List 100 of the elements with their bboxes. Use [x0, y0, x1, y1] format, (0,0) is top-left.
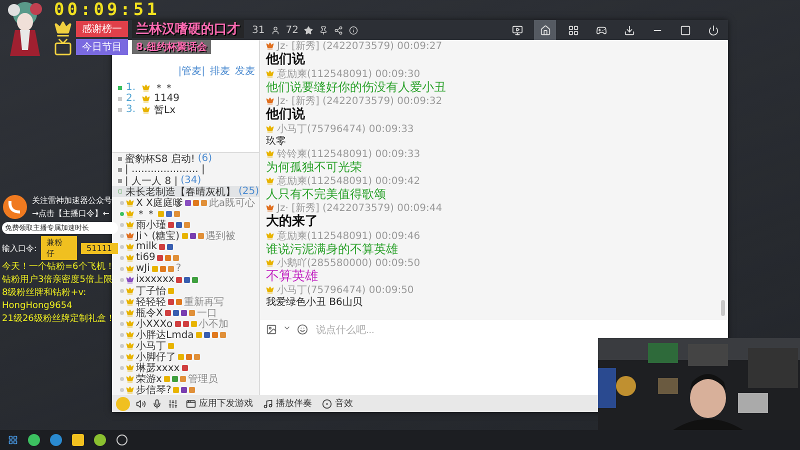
music-icon	[263, 398, 273, 408]
queue-tab[interactable]: |管麦|	[178, 64, 205, 78]
user-name[interactable]: 瓶令X	[136, 306, 163, 320]
message-meta: Jz· [新秀] (2422073579) 00:09:27	[277, 40, 442, 52]
user-signature: 遇到被	[206, 230, 236, 242]
sliders-icon[interactable]	[168, 398, 178, 408]
message-meta: Jz· [新秀] (2422073579) 00:09:44	[277, 202, 442, 214]
caret-icon[interactable]	[283, 324, 291, 332]
channel-item[interactable]: | 人一人 8 | (34)	[112, 175, 259, 186]
info-icon[interactable]	[349, 26, 358, 34]
channel-name: 未长老制造【春晴灰机】	[125, 186, 236, 198]
queue-name: 暂Lx	[154, 104, 176, 116]
channel-name: | 人一人 8 |	[125, 174, 178, 186]
user-name[interactable]: 琳瑟xxxx	[136, 360, 180, 374]
user-name[interactable]: 小马丁	[136, 338, 166, 352]
app-icon[interactable]	[116, 434, 128, 446]
brand-logo-icon	[2, 194, 28, 220]
user-name[interactable]: ixxxxxx	[136, 274, 174, 285]
user-name[interactable]: 小胖达Lmda	[136, 328, 194, 342]
message-text: 他们说	[266, 52, 306, 68]
message-text: 大的来了	[266, 214, 319, 230]
user-name[interactable]: milk	[136, 241, 158, 252]
bullet-icon	[118, 178, 122, 182]
user-name[interactable]: 轻轻轻	[136, 294, 166, 308]
pin-icon[interactable]	[319, 26, 328, 34]
overlay-label: 感谢榜一	[76, 21, 128, 37]
message-meta: 意励柬(112548091) 00:09:42	[277, 174, 420, 188]
user-name[interactable]: 荣游x	[136, 372, 162, 386]
bullet-icon	[118, 168, 122, 172]
tv-icon	[54, 38, 72, 56]
maximize-icon	[680, 24, 690, 36]
toolbar-button[interactable]: 播放伴奏	[261, 396, 314, 411]
user-name[interactable]: X X庭庭嗲	[136, 196, 183, 210]
emoji-icon[interactable]	[297, 324, 308, 335]
message-meta: 小马丁(75796474) 00:09:50	[277, 284, 414, 296]
star-icon[interactable]	[304, 26, 314, 34]
download-icon	[624, 24, 634, 36]
message-text: 他们说	[266, 107, 306, 123]
channel-count: (25)	[238, 186, 259, 197]
overlay-text: 8.纽约杯聚话会	[132, 40, 211, 54]
user-count: 72	[286, 24, 298, 36]
start-icon[interactable]	[8, 435, 18, 445]
message-text: 不算英雄	[266, 269, 319, 284]
user-signature: 小不加	[198, 317, 229, 330]
crown-icon	[54, 20, 72, 38]
share-icon[interactable]	[334, 26, 344, 34]
home-icon	[540, 24, 550, 36]
promo-title: 关注雷神加速器公众号	[32, 195, 112, 206]
message-text: 玖零	[266, 135, 287, 148]
stream-timer: 00:09:51	[54, 0, 161, 20]
message-text: 他们说要缝好你的伤没有人爱小丑	[266, 80, 447, 95]
nav-button[interactable]	[534, 20, 556, 40]
promo-action: →点击【主播口令】←	[32, 208, 110, 219]
image-icon[interactable]	[266, 324, 277, 335]
toolbar-button[interactable]: 应用下发游戏	[184, 396, 255, 411]
queue-tab[interactable]: 排麦	[210, 64, 230, 78]
user-name[interactable]: Ji丶(糖宝)	[136, 228, 180, 242]
user-signature: 此a既可心	[208, 196, 256, 210]
user-name[interactable]: 丁子怡	[136, 284, 166, 298]
crown-icon	[142, 94, 150, 102]
channel-name: | ..................... |	[125, 164, 205, 175]
app-icon[interactable]	[94, 434, 106, 446]
user-name[interactable]: ＊＊	[136, 206, 156, 220]
queue-tab[interactable]: 发麦	[235, 64, 255, 78]
queue-rank: 3.	[126, 104, 137, 115]
code-value: 51111	[80, 242, 118, 254]
message-text: 为何孤独不可光荣	[266, 160, 363, 175]
overlay-text: 兰林汉嗜硬的口才	[132, 20, 244, 38]
queue-rank: 2.	[126, 93, 137, 104]
power-icon	[708, 24, 718, 36]
mic-icon[interactable]	[152, 398, 162, 408]
browser-icon[interactable]	[50, 434, 62, 446]
channel-item[interactable]: 未长老制造【春晴灰机】 (25)	[112, 186, 259, 197]
channel-item[interactable]: 蜜豹杯S8 启动! (6)	[112, 153, 259, 164]
message-meta: 小马丁(75796474) 00:09:33	[277, 122, 414, 136]
queue-name: 1149	[154, 93, 180, 104]
channel-count: (34)	[180, 175, 202, 186]
message-text: 谁说污泥满身的不算英雄	[266, 242, 399, 257]
room-icon	[118, 188, 122, 195]
user-name[interactable]: 雨小瑾	[136, 218, 166, 232]
user-signature: 一口	[196, 306, 217, 318]
target-icon	[322, 398, 332, 408]
message-meta: 意励柬(112548091) 00:09:46	[277, 230, 420, 243]
user-name[interactable]: 步信琴?	[136, 382, 172, 395]
effects-button[interactable]: 音效	[320, 396, 355, 411]
chat-app-icon[interactable]	[28, 434, 40, 446]
channel-item[interactable]: | ..................... |	[112, 164, 259, 175]
message-input[interactable]: 说点什么吧...	[314, 324, 722, 337]
speaker-icon[interactable]	[136, 398, 146, 408]
user-name[interactable]: 小脚仔了	[136, 350, 176, 364]
message-meta: 小鹅吖(285580000) 00:09:50	[277, 256, 420, 269]
user-name[interactable]: 小XXXo	[136, 316, 173, 330]
channel-count: (6)	[198, 153, 212, 164]
grid-icon	[568, 24, 578, 36]
crown-icon	[142, 106, 150, 114]
channel-name: 蜜豹杯S8 启动!	[125, 152, 195, 164]
user-name[interactable]: ti69	[136, 252, 156, 263]
user-name[interactable]: wJi	[136, 263, 150, 274]
promo-line: 8级粉丝牌和钻粉+v:	[2, 288, 88, 299]
message-meta: 意励柬(112548091) 00:09:30	[277, 68, 420, 81]
